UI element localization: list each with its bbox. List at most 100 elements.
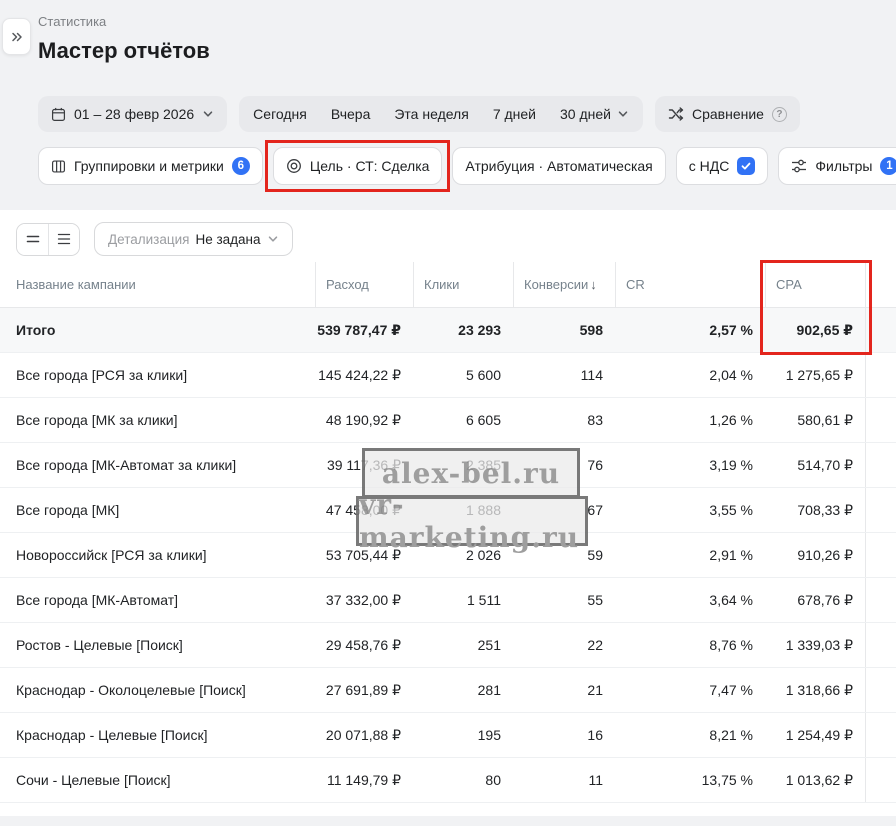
preset-yesterday[interactable]: Вчера bbox=[319, 96, 383, 132]
conversions-cell: 83 bbox=[513, 412, 615, 428]
campaign-name-cell[interactable]: Все города [МК за клики] bbox=[0, 412, 315, 428]
clicks-cell: 195 bbox=[413, 727, 513, 743]
help-icon[interactable]: ? bbox=[772, 107, 787, 122]
goal-annotation-wrapper: Цель · СТ: Сделка bbox=[273, 147, 443, 185]
table-row[interactable]: Ростов - Целевые [Поиск] 29 458,76 ₽ 251… bbox=[0, 623, 896, 668]
total-conversions: 598 bbox=[513, 322, 615, 338]
clicks-cell: 1 511 bbox=[413, 592, 513, 608]
grouping-metrics-label: Группировки и метрики bbox=[74, 158, 224, 174]
campaign-name-cell[interactable]: Краснодар - Целевые [Поиск] bbox=[0, 727, 315, 743]
conversions-cell: 11 bbox=[513, 772, 615, 788]
report-panel: Детализация Не задана Название кампании … bbox=[0, 210, 896, 816]
cost-cell: 20 071,88 ₽ bbox=[315, 727, 413, 744]
table-toolbar: Детализация Не задана bbox=[0, 210, 896, 256]
preset-this-week[interactable]: Эта неделя bbox=[382, 96, 480, 132]
campaign-name-cell[interactable]: Краснодар - Околоцелевые [Поиск] bbox=[0, 682, 315, 698]
sidebar-expand-button[interactable] bbox=[2, 18, 31, 55]
view-mode-summary-button[interactable] bbox=[17, 224, 48, 255]
campaign-name-cell[interactable]: Все города [МК-Автомат за клики] bbox=[0, 457, 315, 473]
col-header-clicks[interactable]: Клики bbox=[413, 262, 513, 307]
col-header-cr[interactable]: CR bbox=[615, 262, 765, 307]
view-mode-detailed-button[interactable] bbox=[48, 224, 79, 255]
comparison-label: Сравнение bbox=[692, 106, 764, 122]
total-clicks: 23 293 bbox=[413, 322, 513, 338]
empty-cell bbox=[865, 713, 896, 757]
campaign-name-cell[interactable]: Все города [МК-Автомат] bbox=[0, 592, 315, 608]
filters-label: Фильтры bbox=[815, 158, 872, 174]
campaign-name-cell[interactable]: Сочи - Целевые [Поиск] bbox=[0, 772, 315, 788]
clicks-cell: 251 bbox=[413, 637, 513, 653]
empty-cell bbox=[865, 443, 896, 487]
vat-label: с НДС bbox=[689, 158, 730, 174]
page-title: Мастер отчётов bbox=[38, 37, 896, 65]
cr-cell: 13,75 % bbox=[615, 772, 765, 788]
app-root: Статистика Мастер отчётов 01 – 28 февр 2… bbox=[0, 0, 896, 826]
cr-cell: 3,19 % bbox=[615, 457, 765, 473]
comparison-button[interactable]: Сравнение ? bbox=[655, 96, 800, 132]
cpa-cell: 1 254,49 ₽ bbox=[765, 727, 865, 744]
cpa-cell: 678,76 ₽ bbox=[765, 592, 865, 609]
total-cost: 539 787,47 ₽ bbox=[315, 322, 413, 339]
goal-button[interactable]: Цель · СТ: Сделка bbox=[273, 147, 443, 185]
col-header-empty bbox=[865, 262, 896, 307]
check-icon bbox=[740, 160, 752, 172]
cr-cell: 8,21 % bbox=[615, 727, 765, 743]
cost-cell: 27 691,89 ₽ bbox=[315, 682, 413, 699]
campaign-name-cell[interactable]: Новороссийск [РСЯ за клики] bbox=[0, 547, 315, 563]
vat-toggle-button[interactable]: с НДС bbox=[676, 147, 769, 185]
page-header: Статистика Мастер отчётов 01 – 28 февр 2… bbox=[0, 0, 896, 185]
col-header-campaign-name[interactable]: Название кампании bbox=[0, 262, 315, 307]
campaign-name-cell[interactable]: Все города [РСЯ за клики] bbox=[0, 367, 315, 383]
cpa-cell: 514,70 ₽ bbox=[765, 457, 865, 474]
empty-cell bbox=[865, 308, 896, 352]
rows-icon bbox=[25, 231, 41, 247]
date-toolbar: 01 – 28 февр 2026 Сегодня Вчера Эта неде… bbox=[38, 96, 896, 132]
empty-cell bbox=[865, 488, 896, 532]
preset-30-days-label: 30 дней bbox=[560, 106, 611, 122]
cpa-cell: 708,33 ₽ bbox=[765, 502, 865, 519]
preset-7-days[interactable]: 7 дней bbox=[481, 96, 548, 132]
cpa-cell: 1 339,03 ₽ bbox=[765, 637, 865, 654]
conversions-cell: 16 bbox=[513, 727, 615, 743]
detail-level-button[interactable]: Детализация Не задана bbox=[94, 222, 293, 256]
col-header-cost[interactable]: Расход bbox=[315, 262, 413, 307]
vat-checkbox[interactable] bbox=[737, 157, 755, 175]
total-label: Итого bbox=[0, 322, 315, 338]
preset-30-days[interactable]: 30 дней bbox=[548, 96, 641, 132]
total-row[interactable]: Итого 539 787,47 ₽ 23 293 598 2,57 % 902… bbox=[0, 308, 896, 353]
filters-toolbar: Группировки и метрики 6 Цель · СТ: Сделк… bbox=[38, 147, 896, 185]
breadcrumb[interactable]: Статистика bbox=[38, 14, 896, 30]
table-row[interactable]: Сочи - Целевые [Поиск] 11 149,79 ₽ 80 11… bbox=[0, 758, 896, 803]
clicks-cell: 6 605 bbox=[413, 412, 513, 428]
col-header-cpa[interactable]: CPA bbox=[765, 262, 865, 307]
goal-label: Цель · СТ: Сделка bbox=[310, 158, 430, 174]
cost-cell: 11 149,79 ₽ bbox=[315, 772, 413, 789]
filters-button[interactable]: Фильтры 1 bbox=[778, 147, 896, 185]
preset-today[interactable]: Сегодня bbox=[241, 96, 319, 132]
table-row[interactable]: Краснодар - Околоцелевые [Поиск] 27 691,… bbox=[0, 668, 896, 713]
table-row[interactable]: Все города [МК за клики] 48 190,92 ₽ 6 6… bbox=[0, 398, 896, 443]
cr-cell: 7,47 % bbox=[615, 682, 765, 698]
campaign-name-cell[interactable]: Ростов - Целевые [Поиск] bbox=[0, 637, 315, 653]
view-toggle-group bbox=[16, 223, 80, 256]
empty-cell bbox=[865, 578, 896, 622]
empty-cell bbox=[865, 398, 896, 442]
attribution-button[interactable]: Атрибуция · Автоматическая bbox=[452, 147, 665, 185]
cr-cell: 1,26 % bbox=[615, 412, 765, 428]
cost-cell: 145 424,22 ₽ bbox=[315, 367, 413, 384]
chevron-down-icon bbox=[267, 233, 279, 245]
detail-value: Не задана bbox=[195, 232, 260, 247]
grouping-metrics-button[interactable]: Группировки и метрики 6 bbox=[38, 147, 263, 185]
cost-cell: 29 458,76 ₽ bbox=[315, 637, 413, 654]
sliders-icon bbox=[791, 158, 807, 174]
table-row[interactable]: Краснодар - Целевые [Поиск] 20 071,88 ₽ … bbox=[0, 713, 896, 758]
table-row[interactable]: Все города [РСЯ за клики] 145 424,22 ₽ 5… bbox=[0, 353, 896, 398]
conversions-cell: 55 bbox=[513, 592, 615, 608]
date-range-button[interactable]: 01 – 28 февр 2026 bbox=[38, 96, 227, 132]
compare-shuffle-icon bbox=[668, 106, 684, 122]
col-header-conversions[interactable]: Конверсии↓ bbox=[513, 262, 615, 307]
col-header-conversions-label: Конверсии bbox=[524, 277, 588, 292]
campaign-name-cell[interactable]: Все города [МК] bbox=[0, 502, 315, 518]
list-icon bbox=[56, 231, 72, 247]
table-row[interactable]: Все города [МК-Автомат] 37 332,00 ₽ 1 51… bbox=[0, 578, 896, 623]
